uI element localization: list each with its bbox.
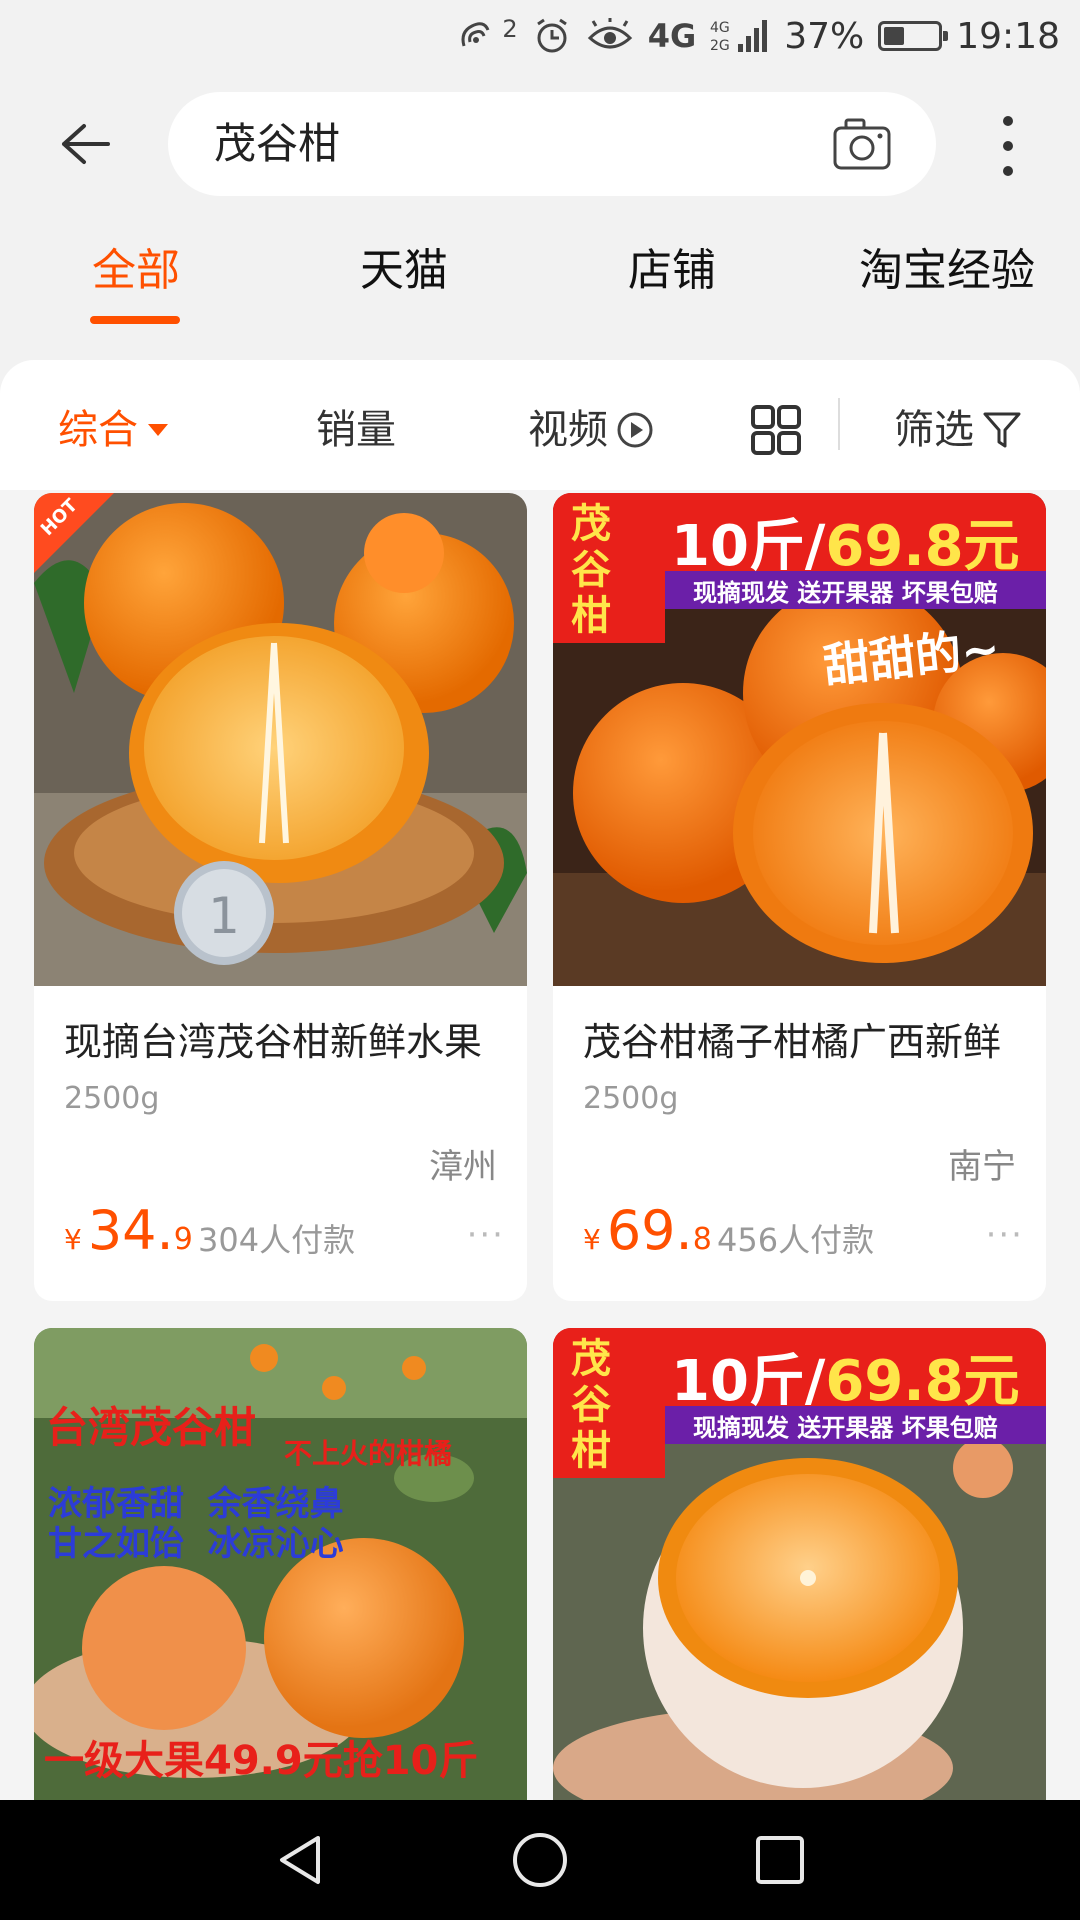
- product-card[interactable]: 台湾茂谷柑 不上火的柑橘 浓郁香甜 余香绕鼻 甘之如饴 冰凉沁心 一级大果49.…: [34, 1328, 527, 1800]
- product-sales: 304人付款: [198, 1221, 356, 1259]
- notification-count: 2: [502, 15, 518, 43]
- product-price: ¥34. 9: [64, 1199, 193, 1262]
- product-card[interactable]: 茂谷柑 10斤/69.8元 现摘现发 送开果器 坏果包赔 甜甜的~ 茂谷柑橘子柑…: [553, 493, 1046, 1301]
- network-type: 4G: [647, 17, 697, 55]
- product-card[interactable]: 1 HOT 现摘台湾茂谷柑新鲜水果 2500g 漳州 ¥34. 9 304人付款 …: [34, 493, 527, 1301]
- banner-tag: 不上火的柑橘: [284, 1437, 453, 1470]
- search-query: 茂谷柑: [214, 119, 341, 168]
- search-tabs: 全部 天猫 店铺 淘宝经验: [0, 228, 1080, 328]
- sort-video-label: 视频: [528, 407, 608, 453]
- signal-icon: 4G 2G: [710, 16, 770, 56]
- nav-back-icon[interactable]: [270, 1830, 330, 1890]
- product-image[interactable]: 台湾茂谷柑 不上火的柑橘 浓郁香甜 余香绕鼻 甘之如饴 冰凉沁心 一级大果49.…: [34, 1328, 527, 1800]
- search-input[interactable]: 茂谷柑: [168, 92, 936, 196]
- banner-bottom: 一级大果49.9元抢10斤: [44, 1738, 479, 1784]
- product-image[interactable]: 茂谷柑 10斤/69.8元 现摘现发 送开果器 坏果包赔: [553, 1328, 1046, 1800]
- banner-main-price: 69.8元: [825, 1349, 1020, 1414]
- product-location: 漳州: [429, 1147, 497, 1187]
- tab-tmall[interactable]: 天猫: [354, 228, 454, 318]
- banner-sub: 现摘现发 送开果器 坏果包赔: [693, 1414, 998, 1442]
- dot: [1003, 116, 1013, 126]
- sort-video[interactable]: 视频: [528, 400, 654, 460]
- clock: 19:18: [956, 15, 1060, 57]
- price-integer: 69.: [606, 1199, 693, 1262]
- tab-all[interactable]: 全部: [86, 228, 186, 318]
- banner-main-weight: 10斤/: [671, 1349, 826, 1414]
- alarm-icon: [532, 16, 572, 56]
- filter-label: 筛选: [894, 407, 974, 453]
- product-location: 南宁: [948, 1147, 1016, 1187]
- banner-main: 10斤/69.8元: [671, 501, 1020, 582]
- play-icon: [617, 412, 653, 448]
- product-spec: 2500g: [64, 1081, 160, 1116]
- price-integer: 34.: [87, 1199, 174, 1262]
- product-spec: 2500g: [583, 1081, 679, 1116]
- filter-funnel-icon: [983, 412, 1021, 448]
- sort-sales[interactable]: 销量: [316, 400, 396, 460]
- filter-button[interactable]: 筛选: [894, 400, 1022, 460]
- status-bar: 2 4G 4G 2G 37% 19:18: [0, 0, 1080, 72]
- active-tab-indicator: [90, 316, 180, 324]
- camera-search-button[interactable]: [832, 116, 892, 172]
- product-more-button[interactable]: ···: [467, 1215, 505, 1255]
- product-title[interactable]: 现摘台湾茂谷柑新鲜水果: [64, 1011, 482, 1066]
- tab-shops[interactable]: 店铺: [622, 228, 722, 318]
- product-sales: 456人付款: [717, 1221, 875, 1259]
- banner-side-text: 茂谷柑: [571, 501, 611, 639]
- search-row: 茂谷柑: [0, 88, 1080, 200]
- caret-down-icon: [148, 424, 168, 436]
- nav-home-icon[interactable]: [510, 1830, 570, 1890]
- nav-recents-icon[interactable]: [750, 1830, 810, 1890]
- banner-main-weight: 10斤/: [671, 514, 826, 579]
- banner-line-2: 甘之如饴 冰凉沁心: [48, 1524, 344, 1564]
- currency-symbol: ¥: [64, 1223, 82, 1256]
- product-title[interactable]: 茂谷柑橘子柑橘广西新鲜: [583, 1011, 1001, 1066]
- dot: [1003, 141, 1013, 151]
- banner-title: 台湾茂谷柑: [46, 1403, 257, 1452]
- banner-sub: 现摘现发 送开果器 坏果包赔: [693, 579, 998, 607]
- product-card[interactable]: 茂谷柑 10斤/69.8元 现摘现发 送开果器 坏果包赔: [553, 1328, 1046, 1800]
- hotspot-icon: [458, 16, 502, 56]
- camera-icon: [833, 118, 891, 170]
- banner-main: 10斤/69.8元: [671, 1336, 1020, 1417]
- layout-toggle-button[interactable]: [750, 400, 802, 460]
- sort-comprehensive[interactable]: 综合: [58, 400, 170, 460]
- svg-text:1: 1: [208, 887, 240, 945]
- system-nav-bar: [0, 1800, 1080, 1920]
- back-button[interactable]: [50, 114, 120, 174]
- product-more-button[interactable]: ···: [986, 1215, 1024, 1255]
- sort-comprehensive-label: 综合: [58, 407, 138, 453]
- price-decimal: 9: [173, 1222, 193, 1257]
- eye-comfort-icon: [586, 16, 634, 56]
- battery-icon: [878, 21, 949, 51]
- dot: [1003, 166, 1013, 176]
- battery-percent: 37%: [784, 15, 865, 57]
- more-options-button[interactable]: [990, 116, 1026, 176]
- banner-main-price: 69.8元: [825, 514, 1020, 579]
- tab-taobao-experience[interactable]: 淘宝经验: [852, 228, 1042, 318]
- currency-symbol: ¥: [583, 1223, 601, 1256]
- orange-photo-1: 1: [34, 493, 527, 986]
- price-decimal: 8: [692, 1222, 712, 1257]
- grid-view-icon: [751, 405, 801, 455]
- sort-bar: 综合 销量 视频 筛选: [0, 360, 1080, 490]
- svg-text:2G: 2G: [710, 38, 730, 54]
- sort-divider: [838, 398, 840, 450]
- results-panel: 综合 销量 视频 筛选 1 HOT 现摘台湾茂谷柑新鲜水果 2500g 漳州 ¥…: [0, 360, 1080, 1800]
- arrow-left-icon: [62, 124, 110, 164]
- banner-side-text: 茂谷柑: [571, 1336, 611, 1474]
- product-image[interactable]: 1 HOT: [34, 493, 527, 986]
- svg-text:4G: 4G: [710, 20, 730, 36]
- product-image[interactable]: 茂谷柑 10斤/69.8元 现摘现发 送开果器 坏果包赔 甜甜的~: [553, 493, 1046, 986]
- product-price: ¥69. 8: [583, 1199, 712, 1262]
